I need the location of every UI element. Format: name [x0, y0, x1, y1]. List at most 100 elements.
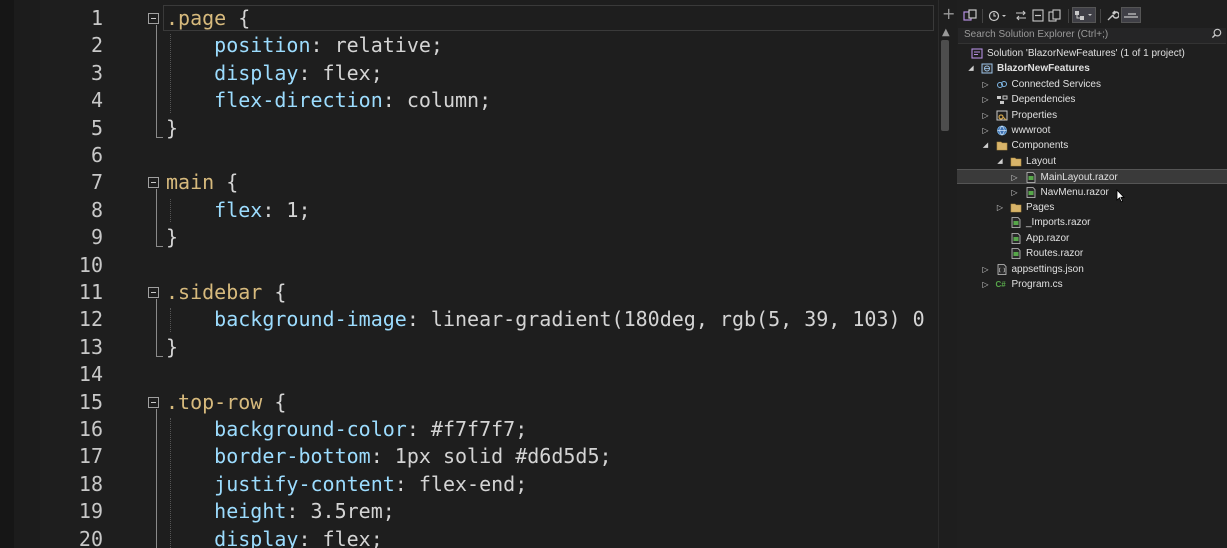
- code-token: 3.5rem: [310, 499, 383, 524]
- tree-item-label: Properties: [1011, 109, 1058, 121]
- razor-file-icon: [1010, 232, 1022, 244]
- collapsed-arrow-icon[interactable]: ▷: [982, 77, 990, 92]
- code-token: ;: [515, 417, 528, 441]
- collapse-toggle-icon[interactable]: [148, 287, 159, 298]
- line-number: 5: [90, 115, 103, 140]
- search-icon[interactable]: [1211, 28, 1222, 39]
- code-line[interactable]: background-color: #f7f7f7;: [166, 416, 527, 443]
- tree-view-toggle-icon[interactable]: [1072, 7, 1096, 23]
- tree-item-label: BlazorNewFeatures: [997, 63, 1090, 75]
- collapsed-arrow-icon[interactable]: ▷: [982, 108, 990, 123]
- collapsed-arrow-icon[interactable]: ▷: [982, 277, 990, 292]
- code-line[interactable]: height: 3.5rem;: [166, 498, 395, 525]
- collapsed-arrow-icon[interactable]: ▷: [982, 92, 990, 107]
- code-token: 1: [286, 197, 299, 222]
- sync-with-active-document-icon[interactable]: [1014, 8, 1028, 22]
- tree-item-label: Connected Services: [1011, 78, 1102, 90]
- razor-file-icon: [1010, 217, 1022, 229]
- pending-changes-filter-icon[interactable]: [988, 8, 1008, 22]
- tree-item-dependencies[interactable]: ▷ Dependencies: [957, 92, 1227, 107]
- collapse-toggle-icon[interactable]: [148, 177, 159, 189]
- tree-item-components[interactable]: ◢ Components: [957, 138, 1227, 153]
- collapse-all-icon[interactable]: [1031, 8, 1045, 22]
- code-token: position: [166, 33, 311, 58]
- properties-wrench-icon[interactable]: [1105, 8, 1119, 22]
- code-token: linear-gradient(180deg, rgb(5, 39, 103) …: [430, 307, 925, 332]
- line-number: 19: [78, 499, 103, 524]
- tree-item-layout[interactable]: ◢ Layout: [957, 154, 1227, 169]
- collapsed-arrow-icon[interactable]: ▷: [1011, 185, 1019, 200]
- split-editor-plus-icon[interactable]: +: [942, 6, 955, 22]
- code-editor[interactable]: 1 .page {2 position: relative; 3 display: …: [0, 0, 938, 548]
- code-token: background-image: [166, 307, 407, 332]
- razor-file-icon: [1025, 172, 1037, 184]
- show-all-files-icon[interactable]: [1048, 8, 1062, 22]
- line-number: 17: [78, 444, 103, 469]
- line-number: 18: [78, 471, 103, 496]
- code-token: ;: [370, 60, 383, 85]
- line-number: 9: [90, 225, 103, 250]
- code-line[interactable]: display: flex;: [166, 60, 383, 87]
- razor-file-icon: [1010, 248, 1022, 260]
- tree-item-label: wwwroot: [1011, 125, 1051, 136]
- code-line[interactable]: flex: 1;: [166, 197, 310, 224]
- code-token: border-bottom: [166, 444, 371, 469]
- toolbar-separator: [982, 9, 983, 23]
- line-number: 12: [78, 307, 103, 332]
- tree-item-program-cs[interactable]: ▷ C# Program.cs: [957, 277, 1227, 292]
- code-token: :: [382, 88, 407, 113]
- code-line[interactable]: flex-direction: column;: [166, 87, 491, 114]
- code-token: :: [406, 417, 431, 441]
- tree-item-solution-blazornewfeatures-1-of-1-project[interactable]: Solution 'BlazorNewFeatures' (1 of 1 pro…: [957, 46, 1227, 61]
- scroll-up-arrow-icon[interactable]: ▲: [942, 27, 950, 38]
- tree-item-label: appsettings.json: [1011, 263, 1084, 275]
- code-token: ;: [370, 526, 383, 548]
- tree-item-pages[interactable]: ▷ Pages: [957, 200, 1227, 215]
- tree-item-routes-razor[interactable]: Routes.razor: [957, 246, 1227, 261]
- line-number: 14: [78, 362, 103, 387]
- expanded-arrow-icon[interactable]: ◢: [967, 61, 975, 76]
- tree-item-mainlayout-razor[interactable]: ▷ MainLayout.razor: [957, 169, 1227, 185]
- expanded-arrow-icon[interactable]: ◢: [996, 154, 1004, 169]
- scrollbar-thumb[interactable]: [941, 40, 949, 131]
- solution-explorer-search-input[interactable]: Search Solution Explorer (Ctrl+;): [958, 28, 1226, 44]
- code-line[interactable]: .top-row {: [166, 389, 286, 416]
- code-line[interactable]: justify-content: flex-end;: [166, 471, 527, 498]
- code-token: :: [406, 307, 431, 332]
- code-line[interactable]: main {: [166, 169, 238, 196]
- tree-item-wwwroot[interactable]: ▷ wwwroot: [957, 123, 1227, 138]
- tree-item-app-razor[interactable]: App.razor: [957, 231, 1227, 246]
- toolbar-separator: [1100, 9, 1101, 23]
- collapse-toggle-icon[interactable]: [148, 396, 159, 408]
- tree-item-connected-services[interactable]: ▷ Connected Services: [957, 77, 1227, 92]
- code-line[interactable]: .sidebar {: [166, 279, 286, 306]
- tree-item-navmenu-razor[interactable]: ▷ NavMenu.razor: [957, 185, 1227, 200]
- indent-guide: [170, 198, 171, 223]
- preview-selected-items-icon[interactable]: [1121, 7, 1141, 23]
- tree-item-blazornewfeatures[interactable]: ◢ BlazorNewFeatures: [957, 61, 1227, 76]
- expanded-arrow-icon[interactable]: ◢: [982, 138, 990, 153]
- code-line[interactable]: border-bottom: 1px solid #d6d5d5;: [166, 443, 611, 470]
- fold-range-end: [156, 355, 163, 357]
- code-line[interactable]: }: [166, 334, 178, 361]
- code-line[interactable]: display: flex;: [166, 526, 383, 548]
- code-line[interactable]: }: [166, 224, 178, 251]
- tree-item-appsettings-json[interactable]: ▷ appsettings.json: [957, 262, 1227, 277]
- code-line[interactable]: }: [166, 115, 178, 142]
- code-line[interactable]: position: relative;: [166, 32, 443, 59]
- collapsed-arrow-icon[interactable]: ▷: [1011, 170, 1019, 185]
- code-line[interactable]: background-image: linear-gradient(180deg…: [166, 306, 925, 333]
- collapsed-arrow-icon[interactable]: ▷: [996, 200, 1004, 215]
- tree-item-properties[interactable]: ▷ Properties: [957, 108, 1227, 123]
- collapsed-arrow-icon[interactable]: ▷: [982, 262, 990, 277]
- switch-views-icon[interactable]: [963, 8, 977, 22]
- folder-icon: [1010, 202, 1022, 213]
- indent-guide: [170, 308, 171, 332]
- code-token: flex: [166, 197, 263, 222]
- project-icon: [981, 63, 993, 74]
- tree-item-imports-razor[interactable]: _Imports.razor: [957, 215, 1227, 230]
- code-line[interactable]: .page {: [166, 5, 250, 32]
- collapsed-arrow-icon[interactable]: ▷: [982, 123, 990, 138]
- collapse-toggle-icon[interactable]: [148, 13, 159, 24]
- code-token: :: [394, 471, 419, 496]
